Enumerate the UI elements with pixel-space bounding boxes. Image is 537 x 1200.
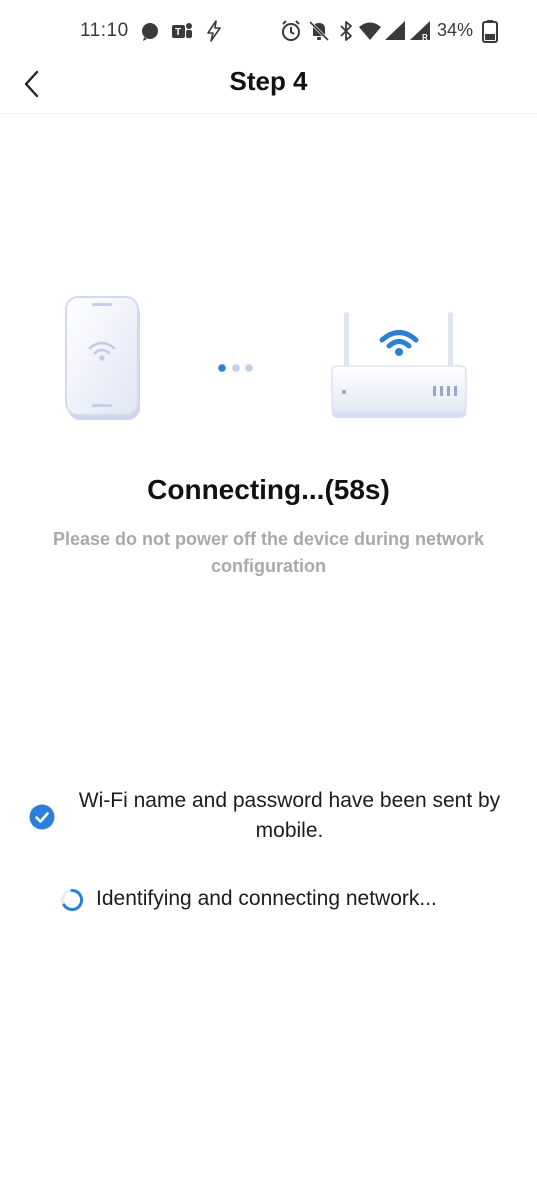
- status-time: 11:10: [80, 20, 129, 41]
- svg-text:T: T: [175, 27, 181, 38]
- step-identifying-network-label: Identifying and connecting network...: [96, 887, 437, 910]
- check-circle-icon: [29, 804, 55, 830]
- signal-messenger-icon: [142, 23, 158, 41]
- status-bar: 11:10 T R 34%: [0, 0, 537, 62]
- bolt-icon: [207, 20, 221, 42]
- wifi-icon: [359, 22, 381, 40]
- cell-signal-icon: [385, 21, 405, 40]
- router-icon: [331, 312, 467, 418]
- cell-signal-roaming-icon: R: [410, 21, 430, 42]
- header-bar: Step 4: [0, 62, 537, 114]
- alarm-icon: [282, 20, 300, 41]
- phone-icon: [65, 296, 140, 420]
- connection-illustration: [0, 280, 537, 440]
- progress-dots-icon: [218, 364, 253, 372]
- battery-icon: [482, 20, 498, 43]
- spinner-icon: [61, 888, 84, 911]
- power-off-warning: Please do not power off the device durin…: [52, 529, 485, 576]
- step-credentials-sent-label: Wi-Fi name and password have been sent b…: [78, 789, 501, 842]
- bluetooth-icon: [340, 21, 352, 41]
- mute-icon: [308, 20, 330, 42]
- connecting-status-title: Connecting...(58s): [147, 474, 390, 505]
- teams-icon: T: [172, 23, 192, 38]
- page-title: Step 4: [229, 66, 308, 96]
- svg-text:R: R: [422, 33, 428, 42]
- battery-percentage: 34%: [437, 20, 474, 40]
